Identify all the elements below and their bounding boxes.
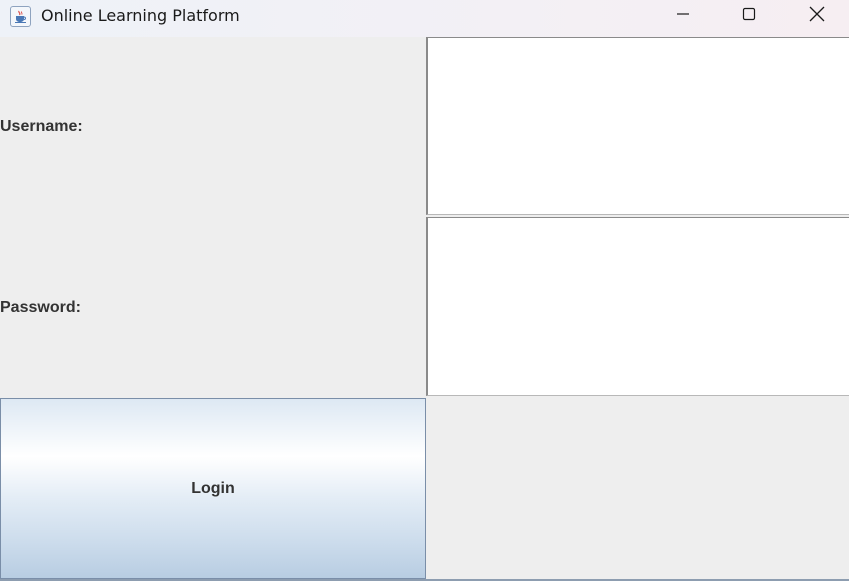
title-bar[interactable]: Online Learning Platform <box>0 0 849 37</box>
minimize-button[interactable] <box>650 0 716 32</box>
close-button[interactable] <box>784 0 849 32</box>
password-field[interactable] <box>426 217 849 396</box>
java-cup-icon[interactable] <box>10 6 31 27</box>
username-label: Username: <box>0 118 83 135</box>
password-label: Password: <box>0 299 81 316</box>
username-input[interactable] <box>428 38 849 214</box>
password-input[interactable] <box>428 218 849 395</box>
username-field[interactable] <box>426 37 849 215</box>
maximize-icon <box>741 6 757 26</box>
login-button-label: Login <box>191 479 235 497</box>
app-window: Online Learning Platform Username: Passw… <box>0 0 849 581</box>
window-title: Online Learning Platform <box>41 6 240 25</box>
minimize-icon <box>675 6 691 26</box>
login-button[interactable]: Login <box>0 398 426 579</box>
maximize-button[interactable] <box>716 0 782 32</box>
close-icon <box>808 5 826 27</box>
